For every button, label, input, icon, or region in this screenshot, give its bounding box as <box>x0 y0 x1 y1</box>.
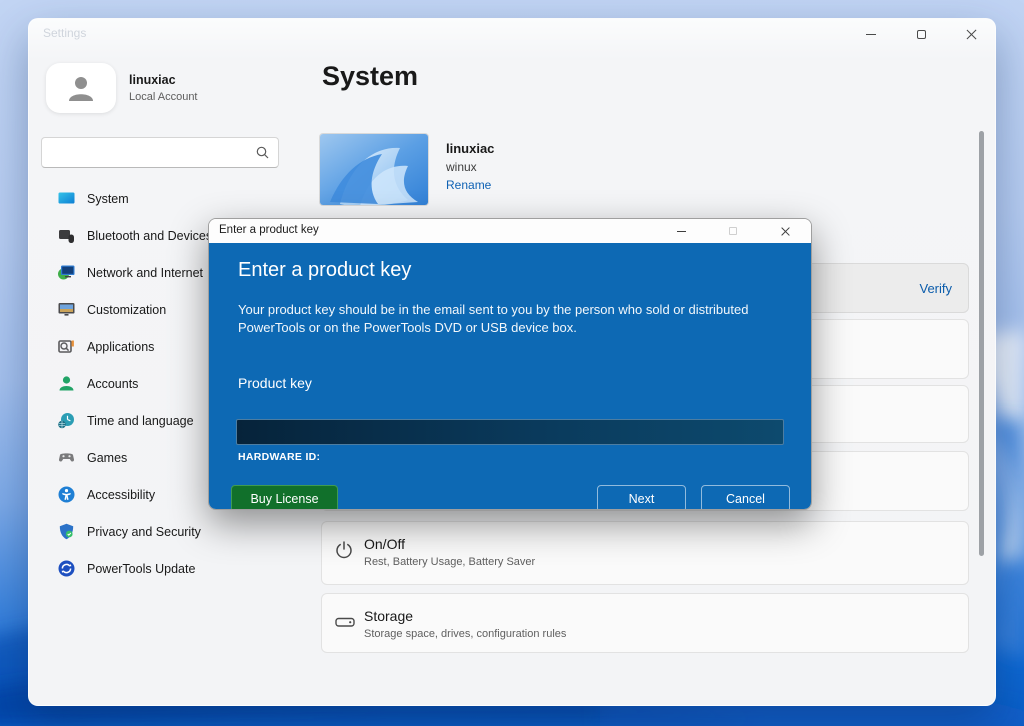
dialog-titlebar: Enter a product key <box>209 219 811 243</box>
minimize-button[interactable] <box>859 22 883 46</box>
sidebar-item-label: Customization <box>87 303 166 317</box>
accounts-icon <box>57 374 76 393</box>
storage-row-subtitle: Storage space, drives, configuration rul… <box>364 628 566 640</box>
device-model: winux <box>446 160 477 174</box>
minimize-icon <box>677 231 686 232</box>
buy-license-button[interactable]: Buy License <box>231 485 338 510</box>
page-title: System <box>322 61 418 92</box>
device-name: linuxiac <box>446 141 494 156</box>
sidebar-item-label: Applications <box>87 340 154 354</box>
product-key-label: Product key <box>238 375 312 391</box>
maximize-button[interactable] <box>909 22 933 46</box>
privacy-security-icon <box>57 522 76 541</box>
sidebar-item-powertools-update[interactable]: PowerTools Update <box>29 550 319 587</box>
cancel-button[interactable]: Cancel <box>701 485 790 510</box>
accessibility-icon <box>57 485 76 504</box>
sidebar-item-label: Games <box>87 451 127 465</box>
verify-link[interactable]: Verify <box>919 281 952 296</box>
dialog-body: Enter a product key Your product key sho… <box>209 243 811 510</box>
window-controls <box>859 19 983 49</box>
close-icon <box>966 29 976 39</box>
dialog-close-button[interactable] <box>773 219 797 243</box>
sidebar-item-label: Network and Internet <box>87 266 203 280</box>
power-icon <box>334 540 354 560</box>
bluetooth-devices-icon <box>57 226 76 245</box>
search-input[interactable] <box>48 138 248 167</box>
rename-link[interactable]: Rename <box>446 178 491 192</box>
power-row-subtitle: Rest, Battery Usage, Battery Saver <box>364 556 535 568</box>
power-row-title: On/Off <box>364 536 405 552</box>
dialog-maximize-button <box>721 219 745 243</box>
sidebar-item-privacy-security[interactable]: Privacy and Security <box>29 513 319 550</box>
storage-icon <box>334 612 356 632</box>
minimize-icon <box>866 34 876 35</box>
product-key-dialog: Enter a product key Enter a product key … <box>208 218 812 510</box>
applications-icon <box>57 337 76 356</box>
storage-row[interactable]: Storage Storage space, drives, configura… <box>321 593 969 653</box>
user-name: linuxiac <box>129 73 176 87</box>
bloom-thumbnail-image <box>320 134 429 206</box>
power-row[interactable]: On/Off Rest, Battery Usage, Battery Save… <box>321 521 969 585</box>
person-icon <box>64 71 98 105</box>
close-icon <box>781 227 790 236</box>
sidebar-item-system[interactable]: System <box>29 180 319 217</box>
scrollbar[interactable] <box>979 131 984 556</box>
games-icon <box>57 448 76 467</box>
sidebar-item-label: Bluetooth and Devices <box>87 229 212 243</box>
sidebar-item-label: Accounts <box>87 377 138 391</box>
system-icon <box>57 189 76 208</box>
dialog-title: Enter a product key <box>219 224 319 236</box>
sidebar-item-label: PowerTools Update <box>87 562 195 576</box>
network-icon <box>57 263 76 282</box>
search-icon[interactable] <box>256 146 269 159</box>
avatar[interactable] <box>46 63 116 113</box>
user-account-type: Local Account <box>129 91 198 103</box>
search-box <box>41 137 279 168</box>
window-title: Settings <box>43 26 86 40</box>
dialog-minimize-button[interactable] <box>669 219 693 243</box>
dialog-controls <box>669 219 797 243</box>
sidebar-item-label: Accessibility <box>87 488 155 502</box>
sidebar-item-label: Time and language <box>87 414 194 428</box>
close-button[interactable] <box>959 22 983 46</box>
customization-icon <box>57 300 76 319</box>
maximize-icon <box>729 227 737 235</box>
update-icon <box>57 559 76 578</box>
time-language-icon <box>57 411 76 430</box>
sidebar-item-label: System <box>87 192 129 206</box>
dialog-description: Your product key should be in the email … <box>238 301 784 338</box>
storage-row-title: Storage <box>364 608 413 624</box>
sidebar-item-label: Privacy and Security <box>87 525 201 539</box>
device-wallpaper-thumbnail <box>319 133 429 206</box>
dialog-heading: Enter a product key <box>238 259 411 282</box>
next-button[interactable]: Next <box>597 485 686 510</box>
hardware-id-label: HARDWARE ID: <box>238 451 320 463</box>
maximize-icon <box>917 30 926 39</box>
desktop: Settings linuxiac Local Account <box>0 0 1024 726</box>
product-key-input[interactable] <box>236 419 784 445</box>
